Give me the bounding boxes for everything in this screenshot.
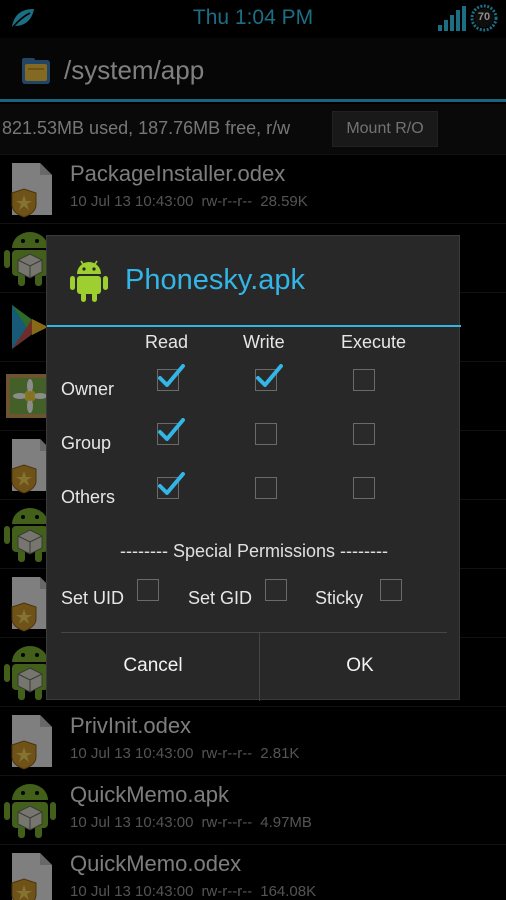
row-others: Others <box>61 487 116 507</box>
group-read-checkbox[interactable] <box>157 418 185 445</box>
others-read-checkbox[interactable] <box>157 472 185 499</box>
column-execute: Execute <box>341 332 407 352</box>
others-execute-checkbox[interactable] <box>353 477 375 499</box>
permissions-dialog: Phonesky.apk Read Write Execute Owner Gr… <box>46 235 461 701</box>
setuid-checkbox[interactable] <box>137 579 159 601</box>
owner-write-checkbox[interactable] <box>255 364 283 391</box>
special-permissions-heading: -------- Special Permissions -------- <box>120 541 388 561</box>
title-divider <box>47 325 461 327</box>
others-write-checkbox[interactable] <box>255 477 277 499</box>
group-execute-checkbox[interactable] <box>353 423 375 445</box>
android-icon <box>70 260 108 302</box>
sticky-label: Sticky <box>315 588 364 608</box>
column-write: Write <box>243 332 285 352</box>
row-group: Group <box>61 433 112 453</box>
cancel-button[interactable]: Cancel <box>47 633 259 699</box>
row-owner: Owner <box>61 379 115 399</box>
dialog-title: Phonesky.apk <box>125 264 306 296</box>
owner-execute-checkbox[interactable] <box>353 369 375 391</box>
group-write-checkbox[interactable] <box>255 423 277 445</box>
sticky-checkbox[interactable] <box>380 579 402 601</box>
owner-read-checkbox[interactable] <box>157 364 185 391</box>
ok-button[interactable]: OK <box>260 633 460 699</box>
setgid-label: Set GID <box>188 588 253 608</box>
setgid-checkbox[interactable] <box>265 579 287 601</box>
setuid-label: Set UID <box>61 588 125 608</box>
column-read: Read <box>145 332 189 352</box>
